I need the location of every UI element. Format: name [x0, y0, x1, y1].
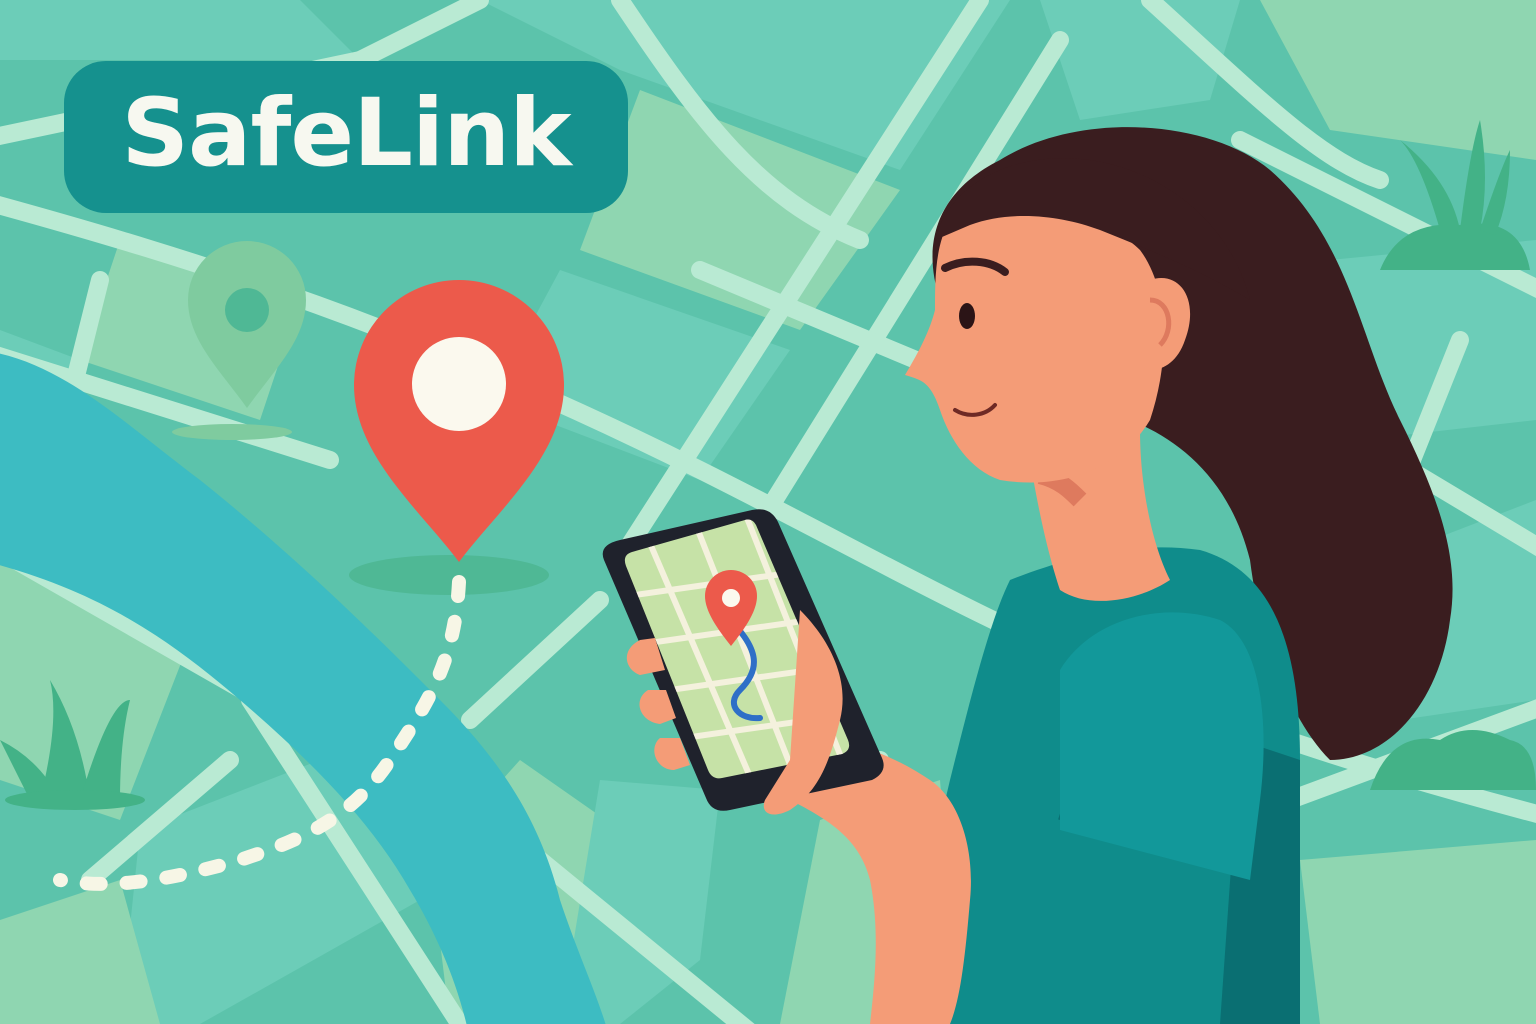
eye [959, 303, 975, 329]
brand-badge: SafeLink [64, 61, 628, 213]
brand-name: SafeLink [121, 79, 571, 188]
marker-shadow [349, 555, 549, 595]
hero-illustration: SafeLink [0, 0, 1536, 1024]
